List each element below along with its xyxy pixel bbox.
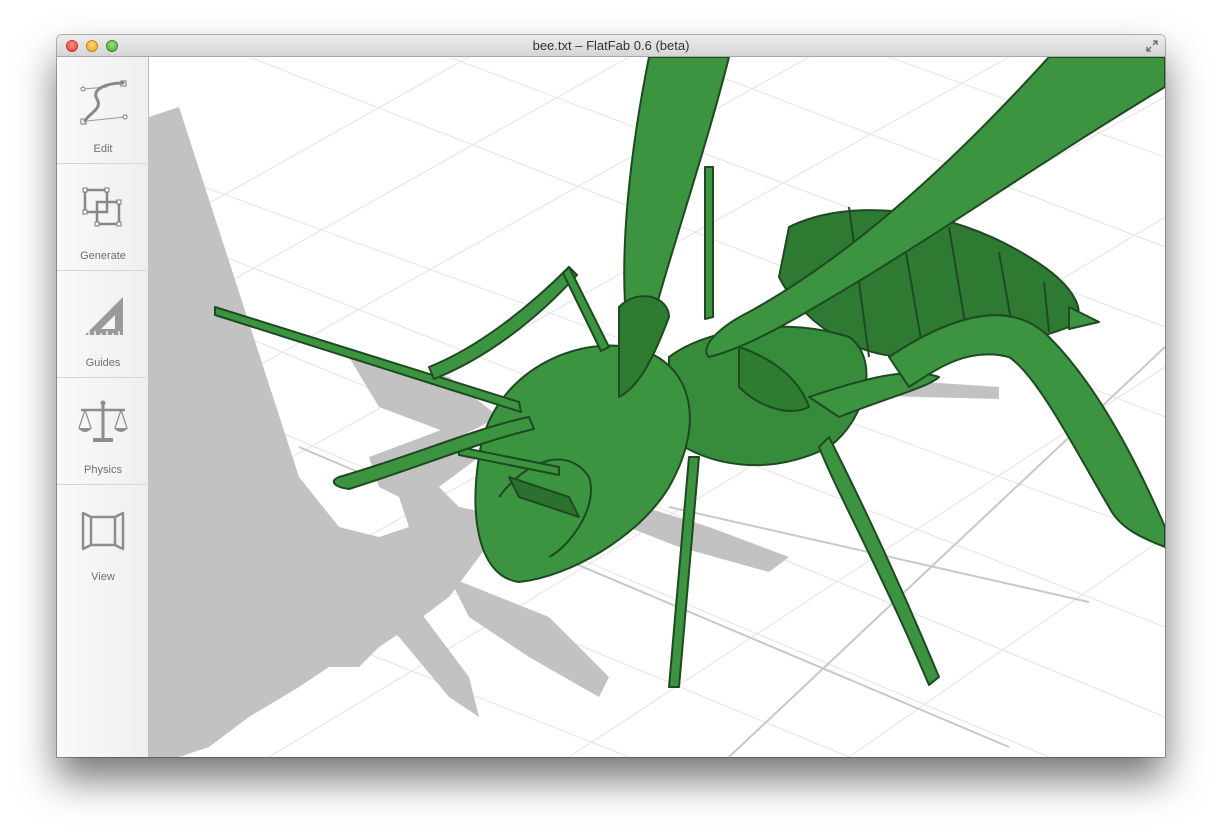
tool-generate[interactable]: Generate [57,164,149,271]
tool-view[interactable]: View [57,485,149,592]
bezier-curve-icon [80,80,128,125]
3d-viewport[interactable] [149,57,1165,757]
tool-physics-label: Physics [84,464,122,476]
generate-squares-icon [82,187,122,227]
tool-edit[interactable]: Edit [57,57,149,164]
title-bar[interactable]: bee.txt – FlatFab 0.6 (beta) [57,35,1165,57]
tool-guides-label: Guides [85,357,121,369]
window-title: bee.txt – FlatFab 0.6 (beta) [532,38,690,53]
app-window: bee.txt – FlatFab 0.6 (beta) Edit Genera… [57,35,1165,757]
tool-edit-label: Edit [93,143,113,155]
tool-physics[interactable]: Physics [57,378,149,485]
tool-generate-label: Generate [80,250,126,262]
tool-sidebar: Edit Generate Guides Physics View [57,57,149,757]
scene-canvas [149,57,1165,757]
view-box-icon [81,511,125,551]
balance-scale-icon [78,400,128,442]
set-square-ruler-icon [85,297,123,335]
tool-view-label: View [91,571,115,583]
tool-guides[interactable]: Guides [57,271,149,378]
fullscreen-icon[interactable] [1145,39,1159,53]
